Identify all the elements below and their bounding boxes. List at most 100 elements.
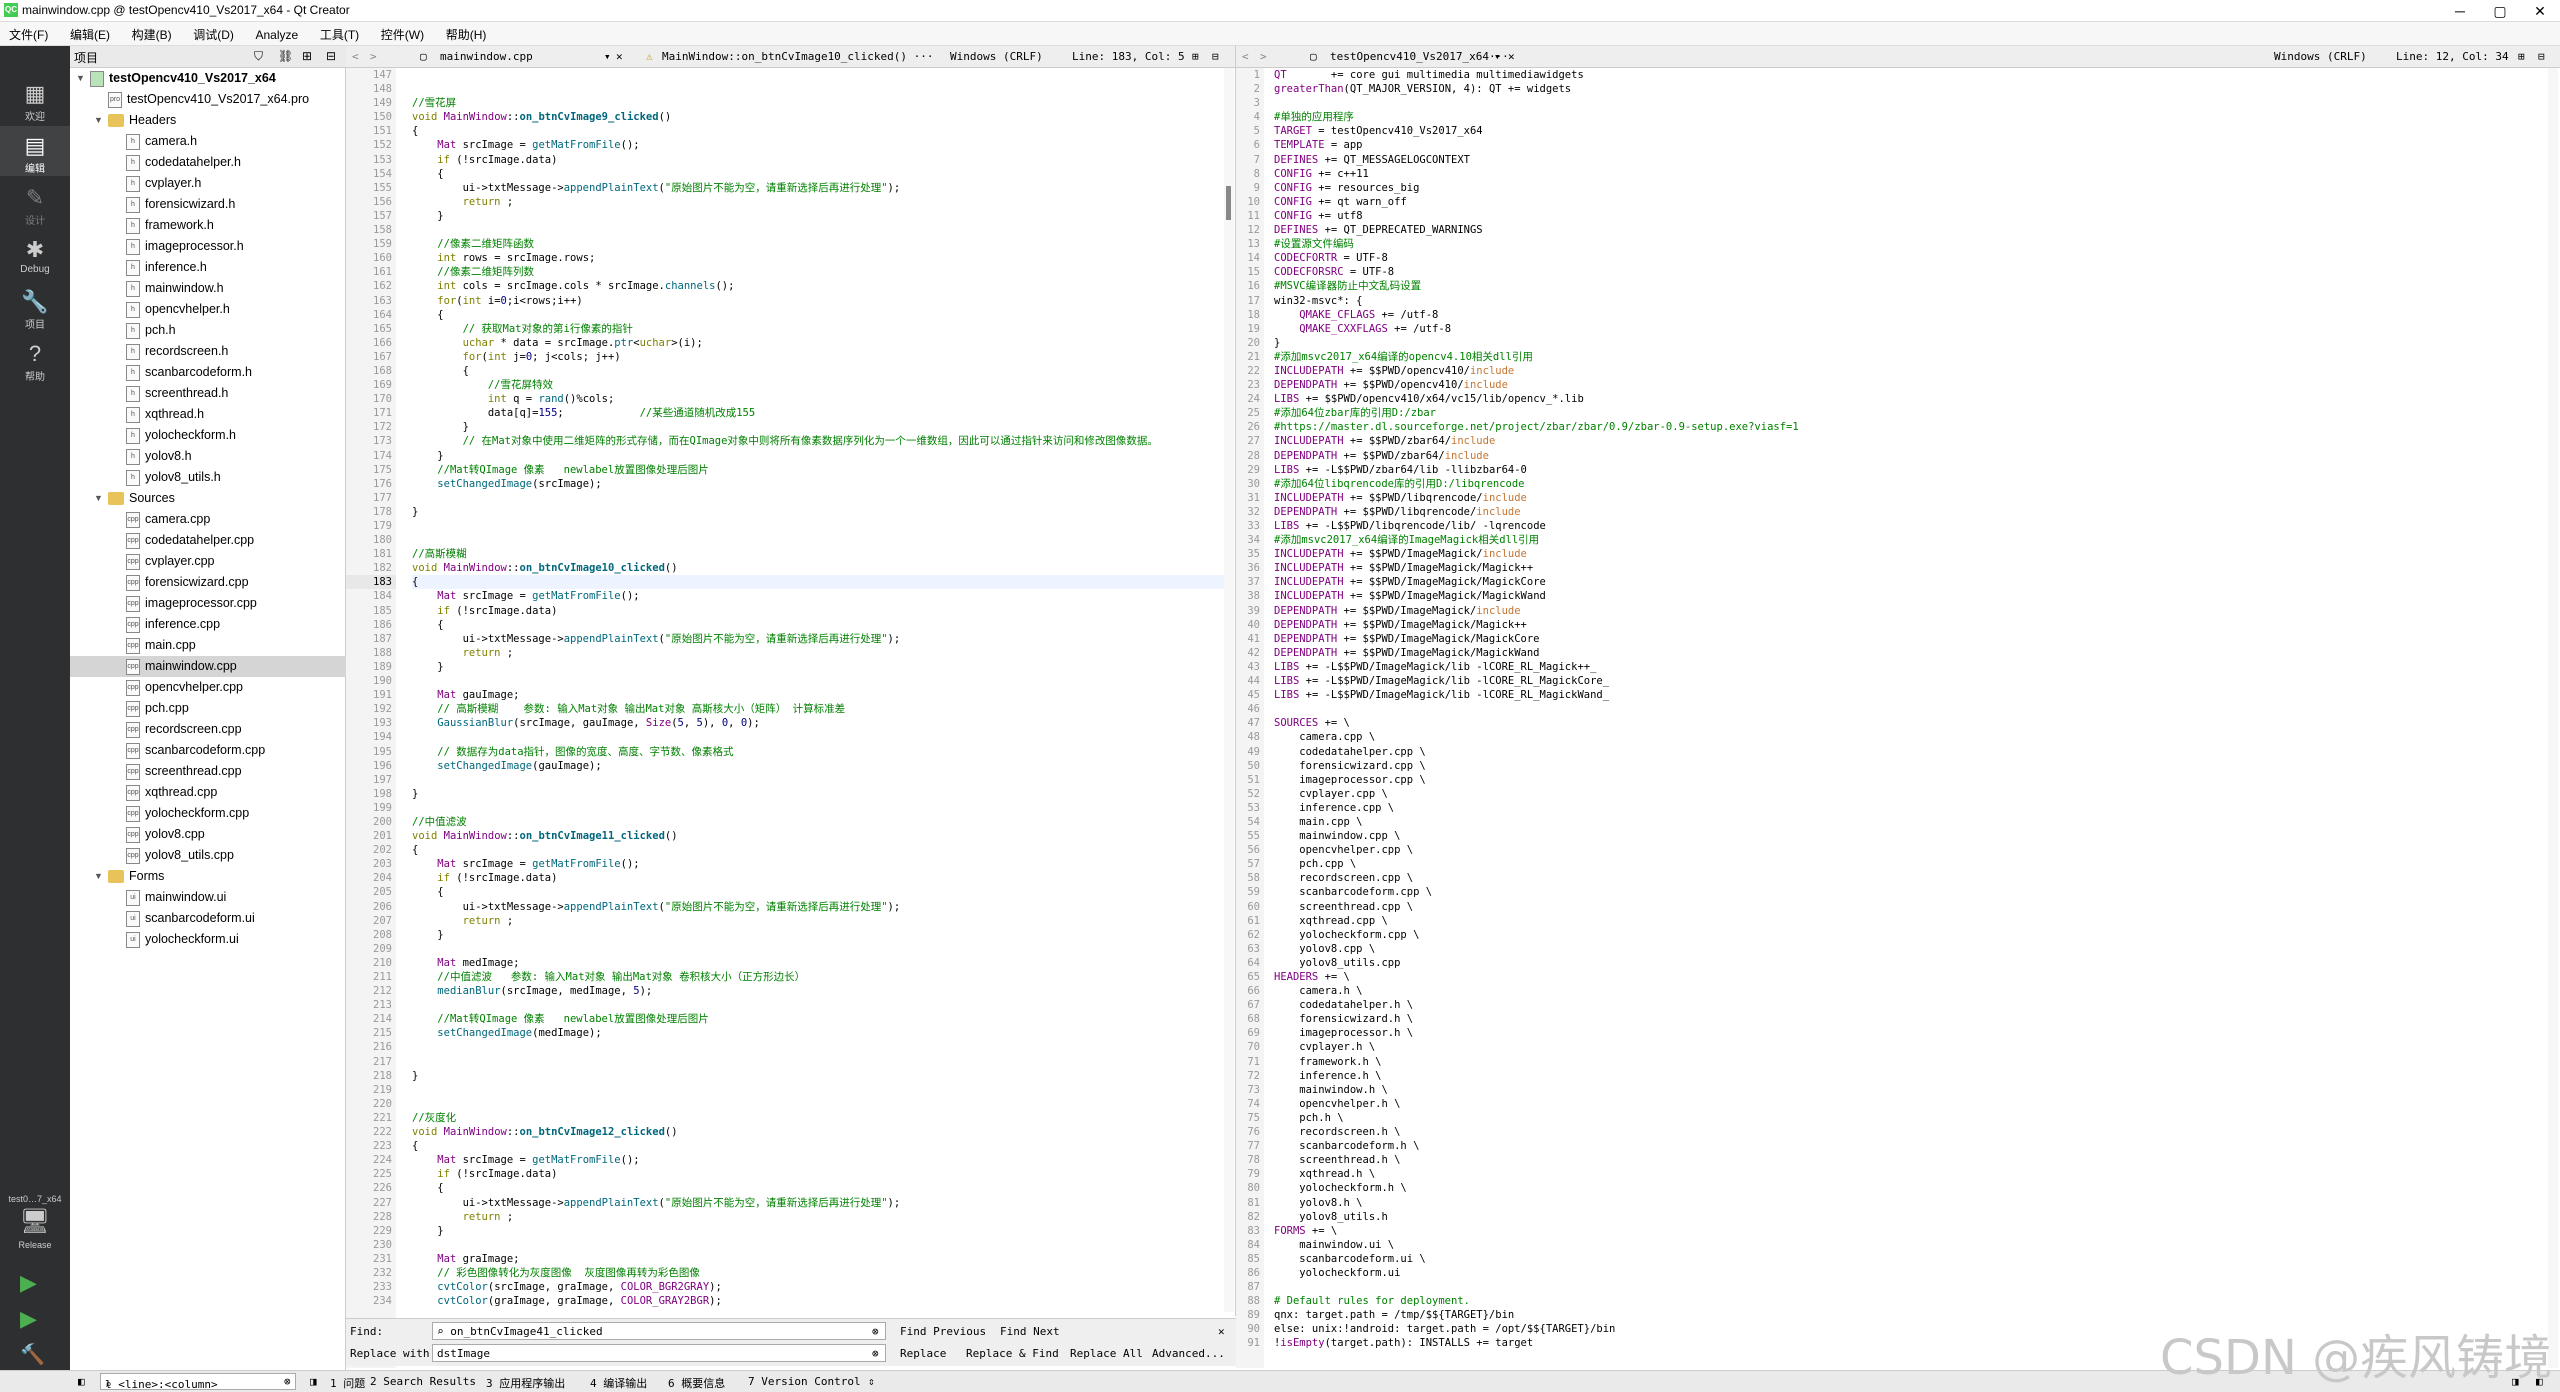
mode-welcome[interactable]: ▦ 欢迎 [0, 74, 70, 124]
code-line[interactable]: LIBS += $$PWD/opencv410/x64/vc15/lib/ope… [1274, 392, 2544, 406]
code-line[interactable] [412, 223, 1232, 237]
tree-file[interactable]: cpp cvplayer.cpp [70, 551, 346, 572]
code-line[interactable]: for(int j=0; j<cols; j++) [412, 350, 1232, 364]
code-line[interactable]: { [412, 575, 1232, 590]
code-line[interactable]: LIBS += -L$$PWD/ImageMagick/lib -lCORE_R… [1274, 688, 2544, 702]
tree-project[interactable]: ▼ testOpencv410_Vs2017_x64 [70, 68, 346, 89]
code-line[interactable]: DEPENDPATH += $$PWD/opencv410/include [1274, 378, 2544, 392]
code-line[interactable]: return ; [412, 914, 1232, 928]
tree-file[interactable]: h pch.h [70, 320, 346, 341]
code-line[interactable] [412, 82, 1232, 96]
code-line[interactable]: win32-msvc*: { [1274, 294, 2544, 308]
code-line[interactable]: //高斯模糊 [412, 547, 1232, 561]
code-line[interactable]: yolocheckform.h \ [1274, 1181, 2544, 1195]
code-line[interactable]: uchar * data = srcImage.ptr<uchar>(i); [412, 336, 1232, 350]
code-line[interactable]: scanbarcodeform.cpp \ [1274, 885, 2544, 899]
code-line[interactable]: LIBS += -L$$PWD/ImageMagick/lib -lCORE_R… [1274, 674, 2544, 688]
code-line[interactable]: inference.h \ [1274, 1069, 2544, 1083]
code-line[interactable] [412, 519, 1232, 533]
code-line[interactable]: { [412, 167, 1232, 181]
close-split-icon[interactable]: ⊟ [1212, 50, 1219, 63]
tree-file[interactable]: h imageprocessor.h [70, 236, 346, 257]
code-line[interactable]: screenthread.h \ [1274, 1153, 2544, 1167]
code-line[interactable]: #设置源文件编码 [1274, 237, 2544, 251]
code-line[interactable]: Mat srcImage = getMatFromFile(); [412, 138, 1232, 152]
code-line[interactable]: QMAKE_CFLAGS += /utf-8 [1274, 308, 2544, 322]
toggle-sidebar-icon[interactable]: ◧ [78, 1375, 85, 1388]
tree-file[interactable]: cpp screenthread.cpp [70, 761, 346, 782]
minimize-button[interactable]: ─ [2440, 0, 2480, 22]
menu-build[interactable]: 构建(B) [123, 22, 181, 47]
code-line[interactable]: { [412, 124, 1232, 138]
code-line[interactable] [412, 1097, 1232, 1111]
tree-file[interactable]: h yolocheckform.h [70, 425, 346, 446]
menu-file[interactable]: 文件(F) [0, 22, 57, 47]
tab-app-output[interactable]: 3 应用程序输出 [486, 1375, 565, 1391]
code-line[interactable]: { [412, 364, 1232, 378]
menu-tools[interactable]: 工具(T) [311, 22, 368, 47]
code-line[interactable]: xqthread.h \ [1274, 1167, 2544, 1181]
code-line[interactable]: imageprocessor.cpp \ [1274, 773, 2544, 787]
code-line[interactable]: Mat srcImage = getMatFromFile(); [412, 1153, 1232, 1167]
close-button[interactable]: ✕ [2520, 0, 2560, 22]
replace-input[interactable]: dstImage [432, 1344, 886, 1362]
nav-forward-icon[interactable]: > [370, 50, 377, 63]
code-line[interactable]: mainwindow.cpp \ [1274, 829, 2544, 843]
left-encoding[interactable]: Windows (CRLF) [950, 50, 1043, 63]
code-line[interactable]: cvtColor(srcImage, graImage, COLOR_BGR2G… [412, 1280, 1232, 1294]
code-line[interactable]: Mat srcImage = getMatFromFile(); [412, 857, 1232, 871]
tree-file[interactable]: h camera.h [70, 131, 346, 152]
code-line[interactable]: pch.cpp \ [1274, 857, 2544, 871]
tab-general-messages[interactable]: 6 概要信息 [668, 1375, 725, 1391]
link-icon[interactable]: ⛓ [278, 49, 293, 63]
code-line[interactable]: recordscreen.cpp \ [1274, 871, 2544, 885]
tree-file[interactable]: h scanbarcodeform.h [70, 362, 346, 383]
tree-folder[interactable]: ▼ Sources [70, 488, 346, 509]
code-line[interactable]: { [412, 885, 1232, 899]
left-scrollbar[interactable] [1224, 68, 1234, 1312]
code-line[interactable]: yolocheckform.ui [1274, 1266, 2544, 1280]
code-line[interactable]: } [412, 1069, 1232, 1083]
code-line[interactable]: return ; [412, 646, 1232, 660]
chevron-down-icon[interactable]: ▼ [94, 488, 103, 509]
code-line[interactable]: //雪花屏特效 [412, 378, 1232, 392]
code-line[interactable]: QMAKE_CXXFLAGS += /utf-8 [1274, 322, 2544, 336]
tree-file[interactable]: h mainwindow.h [70, 278, 346, 299]
code-line[interactable] [412, 1055, 1232, 1069]
tree-file[interactable]: cpp mainwindow.cpp [70, 656, 346, 677]
find-next-button[interactable]: Find Next [1000, 1325, 1060, 1338]
right-file-selector[interactable]: testOpencv410_Vs2017_x64··· [1330, 50, 1509, 63]
code-line[interactable]: screenthread.cpp \ [1274, 900, 2544, 914]
code-line[interactable]: CONFIG += c++11 [1274, 167, 2544, 181]
replace-all-button[interactable]: Replace All [1070, 1347, 1143, 1360]
code-line[interactable]: { [412, 1139, 1232, 1153]
code-line[interactable]: INCLUDEPATH += $$PWD/ImageMagick/MagickW… [1274, 589, 2544, 603]
mode-edit[interactable]: ▤ 编辑 [0, 126, 70, 176]
tree-file[interactable]: cpp recordscreen.cpp [70, 719, 346, 740]
code-line[interactable]: Mat graImage; [412, 1252, 1232, 1266]
code-line[interactable]: if (!srcImage.data) [412, 153, 1232, 167]
code-line[interactable]: FORMS += \ [1274, 1224, 2544, 1238]
dropdown-icon[interactable]: ▾ [604, 50, 611, 63]
tree-file[interactable]: h forensicwizard.h [70, 194, 346, 215]
code-line[interactable]: opencvhelper.h \ [1274, 1097, 2544, 1111]
code-line[interactable]: LIBS += -L$$PWD/ImageMagick/lib -lCORE_R… [1274, 660, 2544, 674]
code-line[interactable]: HEADERS += \ [1274, 970, 2544, 984]
code-line[interactable]: CODECFORTR = UTF-8 [1274, 251, 2544, 265]
code-line[interactable]: pch.h \ [1274, 1111, 2544, 1125]
debug-run-button[interactable]: ▶ [20, 1306, 37, 1332]
code-line[interactable]: main.cpp \ [1274, 815, 2544, 829]
close-doc-icon[interactable]: ✕ [616, 50, 623, 63]
code-line[interactable] [1274, 702, 2544, 716]
left-scroll-thumb[interactable] [1226, 186, 1231, 220]
code-line[interactable]: int cols = srcImage.cols * srcImage.chan… [412, 279, 1232, 293]
code-line[interactable]: } [412, 420, 1232, 434]
code-line[interactable]: #https://master.dl.sourceforge.net/proje… [1274, 420, 2544, 434]
tree-file[interactable]: cpp opencvhelper.cpp [70, 677, 346, 698]
code-line[interactable]: if (!srcImage.data) [412, 871, 1232, 885]
code-line[interactable]: INCLUDEPATH += $$PWD/opencv410/include [1274, 364, 2544, 378]
tree-file[interactable]: cpp camera.cpp [70, 509, 346, 530]
code-line[interactable]: yolov8_utils.h [1274, 1210, 2544, 1224]
code-line[interactable] [412, 1040, 1232, 1054]
tree-file[interactable]: h xqthread.h [70, 404, 346, 425]
